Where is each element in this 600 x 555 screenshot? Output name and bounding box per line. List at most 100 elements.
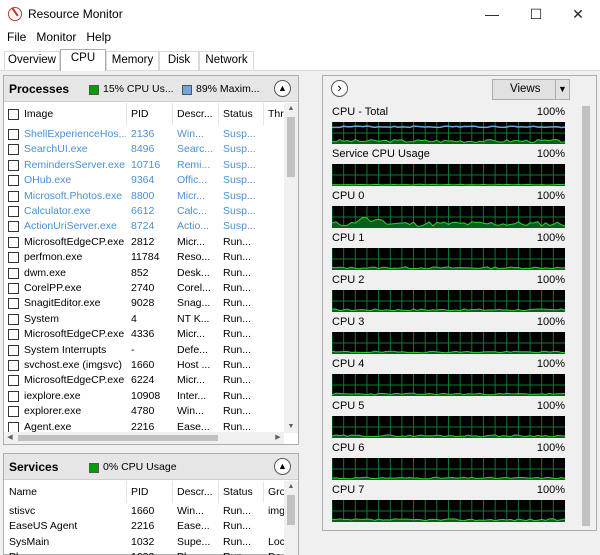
scrollbar-thumb[interactable] xyxy=(287,495,295,525)
tab-disk[interactable]: Disk xyxy=(159,51,199,70)
col-pid[interactable]: PID xyxy=(131,481,171,503)
process-checkbox[interactable] xyxy=(8,360,19,371)
col-description[interactable]: Descr... xyxy=(177,103,217,125)
process-description: Win... xyxy=(177,128,204,140)
scroll-left-icon[interactable]: ◀ xyxy=(4,432,16,444)
process-image: System xyxy=(24,312,60,325)
processes-title: Processes xyxy=(9,82,70,96)
process-row[interactable]: System Interrupts - Defe... Run... xyxy=(4,343,284,358)
processes-horizontal-scrollbar[interactable]: ◀ ▶ xyxy=(4,432,284,444)
process-checkbox[interactable] xyxy=(8,267,19,279)
scroll-up-icon[interactable]: ▲ xyxy=(284,481,298,493)
col-image[interactable]: Image xyxy=(24,103,124,125)
process-checkbox[interactable] xyxy=(8,375,19,387)
process-checkbox[interactable] xyxy=(8,206,19,217)
process-checkbox[interactable] xyxy=(8,144,19,156)
process-row[interactable]: Microsoft.Photos.exe 8800 Micr... Susp... xyxy=(4,189,284,204)
tab-cpu[interactable]: CPU xyxy=(60,49,106,71)
menu-file[interactable]: File xyxy=(0,29,31,45)
scroll-right-icon[interactable]: ▶ xyxy=(272,432,284,444)
process-row[interactable]: perfmon.exe 11784 Reso... Run... xyxy=(4,250,284,265)
collapse-processes-icon[interactable]: ▲ xyxy=(274,80,291,97)
process-checkbox[interactable] xyxy=(8,329,19,341)
service-row[interactable]: Pl... 1032 Pl... Run... Dc xyxy=(4,550,284,555)
col-description[interactable]: Descr... xyxy=(177,481,217,503)
service-row[interactable]: stisvc 1660 Win... Run... img xyxy=(4,504,284,519)
process-row[interactable]: ActionUriServer.exe 8724 Actio... Susp... xyxy=(4,219,284,234)
process-row[interactable]: Calculator.exe 6612 Calc... Susp... xyxy=(4,204,284,219)
col-status[interactable]: Status xyxy=(223,481,261,503)
process-row[interactable]: RemindersServer.exe 10716 Remi... Susp... xyxy=(4,158,284,173)
process-checkbox[interactable] xyxy=(8,390,19,402)
col-group[interactable]: Gro xyxy=(268,481,284,503)
tab-memory[interactable]: Memory xyxy=(106,51,159,70)
column-divider[interactable] xyxy=(218,481,219,503)
column-divider[interactable] xyxy=(263,103,264,125)
column-divider[interactable] xyxy=(126,481,127,503)
service-row[interactable]: EaseUS Agent 2216 Ease... Run... xyxy=(4,519,284,534)
process-pid: 8800 xyxy=(131,189,155,202)
process-checkbox[interactable] xyxy=(8,421,19,433)
process-row[interactable]: CorelPP.exe 2740 Corel... Run... xyxy=(4,281,284,296)
process-checkbox[interactable] xyxy=(8,313,19,325)
expand-graphs-icon[interactable]: › xyxy=(331,80,348,97)
process-checkbox[interactable] xyxy=(8,344,19,356)
process-row[interactable]: dwm.exe 852 Desk... Run... xyxy=(4,266,284,281)
process-row[interactable]: svchost.exe (imgsvc) 1660 Host ... Run... xyxy=(4,358,284,373)
minimize-button[interactable]: — xyxy=(474,0,510,29)
select-all-checkbox[interactable] xyxy=(8,109,19,120)
col-threads[interactable]: Thr xyxy=(268,103,284,125)
tab-network[interactable]: Network xyxy=(199,51,254,70)
process-row[interactable]: SnagitEditor.exe 9028 Snag... Run... xyxy=(4,296,284,311)
services-vertical-scrollbar[interactable]: ▲ xyxy=(284,481,298,555)
graphs-scrollbar[interactable] xyxy=(579,102,593,530)
process-checkbox[interactable] xyxy=(8,406,19,418)
process-checkbox[interactable] xyxy=(8,298,19,310)
collapse-services-icon[interactable]: ▲ xyxy=(274,458,291,475)
scrollbar-thumb[interactable] xyxy=(287,117,295,177)
service-row[interactable]: SysMain 1032 Supe... Run... Loc xyxy=(4,535,284,550)
process-checkbox[interactable] xyxy=(8,252,19,264)
process-checkbox[interactable] xyxy=(8,175,19,187)
process-checkbox[interactable] xyxy=(8,159,19,171)
process-row[interactable]: System 4 NT K... Run... xyxy=(4,312,284,327)
maximize-button[interactable]: ☐ xyxy=(518,0,554,29)
process-row[interactable]: Agent.exe 2216 Ease... Run... xyxy=(4,420,284,433)
views-dropdown[interactable]: Views ▼ xyxy=(492,79,570,100)
process-checkbox[interactable] xyxy=(8,190,19,202)
hscrollbar-thumb[interactable] xyxy=(18,435,218,441)
col-pid[interactable]: PID xyxy=(131,103,171,125)
scroll-up-icon[interactable]: ▲ xyxy=(284,103,298,115)
menu-help[interactable]: Help xyxy=(81,29,116,45)
process-row[interactable]: MicrosoftEdgeCP.exe 6224 Micr... Run... xyxy=(4,373,284,388)
process-row[interactable]: SearchUI.exe 8496 Searc... Susp... xyxy=(4,142,284,157)
process-checkbox[interactable] xyxy=(8,283,19,294)
service-pid: 2216 xyxy=(131,520,155,533)
process-row[interactable]: ShellExperienceHos... 2136 Win... Susp... xyxy=(4,127,284,142)
col-name[interactable]: Name xyxy=(9,481,124,503)
process-row[interactable]: iexplore.exe 10908 Inter... Run... xyxy=(4,389,284,404)
services-header[interactable]: Services 0% CPU Usage ▲ xyxy=(4,454,298,480)
graphs-scrollbar-thumb[interactable] xyxy=(582,106,590,526)
process-row[interactable]: OHub.exe 9364 Offic... Susp... xyxy=(4,173,284,188)
process-row[interactable]: MicrosoftEdgeCP.exe 2812 Micr... Run... xyxy=(4,235,284,250)
column-divider[interactable] xyxy=(172,103,173,125)
process-checkbox[interactable] xyxy=(8,129,19,140)
processes-header[interactable]: Processes 15% CPU Us... 89% Maxim... ▲ xyxy=(4,76,298,102)
menu-monitor[interactable]: Monitor xyxy=(31,29,81,45)
process-row[interactable]: explorer.exe 4780 Win... Run... xyxy=(4,404,284,419)
process-row[interactable]: MicrosoftEdgeCP.exe 4336 Micr... Run... xyxy=(4,327,284,342)
scroll-down-icon[interactable]: ▼ xyxy=(284,421,298,433)
dropdown-arrow-icon[interactable]: ▼ xyxy=(555,80,569,99)
process-checkbox[interactable] xyxy=(8,221,19,233)
close-button[interactable]: ✕ xyxy=(560,0,596,29)
column-divider[interactable] xyxy=(218,103,219,125)
column-divider[interactable] xyxy=(126,103,127,125)
column-divider[interactable] xyxy=(263,481,264,503)
column-divider[interactable] xyxy=(172,481,173,503)
process-checkbox[interactable] xyxy=(8,236,19,248)
service-description: Supe... xyxy=(177,535,211,548)
processes-vertical-scrollbar[interactable]: ▲ ▼ xyxy=(284,103,298,433)
tab-overview[interactable]: Overview xyxy=(4,51,60,70)
col-status[interactable]: Status xyxy=(223,103,261,125)
